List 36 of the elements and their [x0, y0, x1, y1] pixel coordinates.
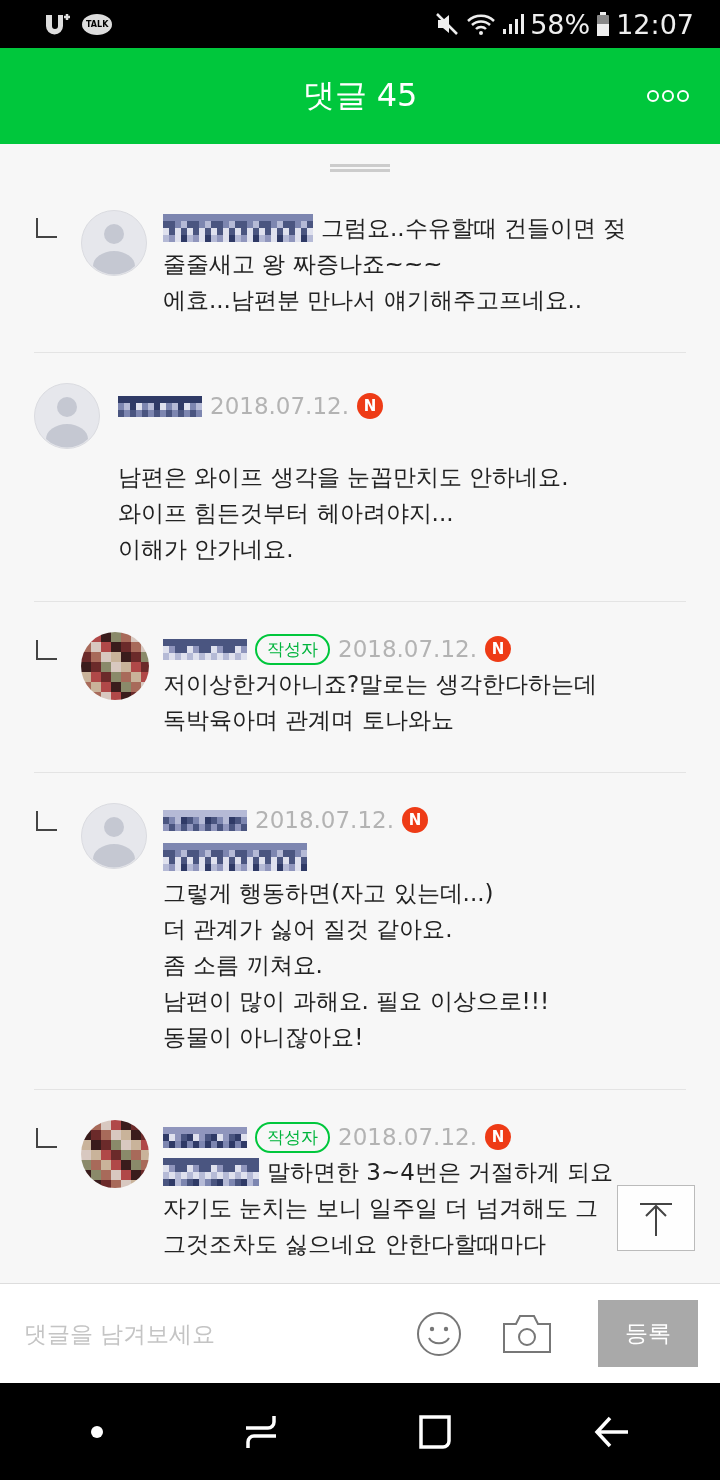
comment-text: 말하면한 3~4번은 거절하게 되요	[267, 1158, 614, 1187]
scroll-to-top-button[interactable]	[617, 1185, 695, 1251]
comment-text: 남편은 와이프 생각을 눈꼽만치도 안하네요. 와이프 힘든것부터 헤아려야지... 이해가 안가네요.	[118, 463, 569, 564]
reply-indicator-icon	[36, 218, 58, 238]
back-icon[interactable]	[593, 1414, 630, 1449]
comment-text: 자기도 눈치는 보니 일주일 더 넘겨해도 그 그것조차도 싫으네요 안한다할때마다	[163, 1194, 598, 1259]
signal-icon	[502, 13, 525, 35]
clock: 12:07	[616, 8, 694, 40]
comment-text: 그럼요..수유할때 건들이면 젖	[321, 214, 627, 243]
chat-app-icon: TALK	[82, 13, 113, 35]
comment-date: 2018.07.12.	[255, 807, 394, 833]
comment-date: 2018.07.12.	[210, 393, 349, 419]
new-badge: N	[357, 393, 383, 419]
reply-indicator-icon	[36, 640, 58, 660]
wifi-icon	[466, 12, 497, 36]
new-badge: N	[485, 1124, 511, 1150]
reply-indicator-icon	[36, 811, 58, 831]
camera-icon[interactable]	[502, 1313, 552, 1354]
home-icon[interactable]	[418, 1414, 453, 1449]
dot-icon[interactable]	[90, 1425, 103, 1438]
recent-apps-icon[interactable]	[243, 1413, 278, 1450]
emoji-icon[interactable]	[416, 1310, 462, 1357]
comment-date: 2018.07.12.	[338, 636, 477, 662]
comment-text: 그렇게 행동하면(자고 있는데...) 더 관계가 싫어 질것 같아요. 좀 소름 끼쳐요. 남편이 많이 과해요. 필요 이상으로!!! 동물이 아니잖아요!	[163, 879, 550, 1052]
drag-handle[interactable]	[330, 164, 390, 172]
author-badge: 작성자	[255, 633, 330, 665]
battery-icon	[596, 12, 611, 36]
reply-indicator-icon	[36, 1128, 58, 1148]
new-badge: N	[402, 807, 428, 833]
comment-date: 2018.07.12.	[338, 1124, 477, 1150]
battery-percent: 58%	[530, 8, 591, 40]
comment-text: 저이상한거아니죠?말로는 생각한다하는데 독박육아며 관계며 토나와뇨	[163, 670, 597, 735]
page-title: 댓글 45	[302, 75, 418, 116]
new-badge: N	[485, 636, 511, 662]
author-badge: 작성자	[255, 1121, 330, 1153]
comment-text: 줄줄새고 왕 짜증나죠~~~ 에효...남편분 만나서 얘기해주고프네요..	[163, 250, 583, 315]
